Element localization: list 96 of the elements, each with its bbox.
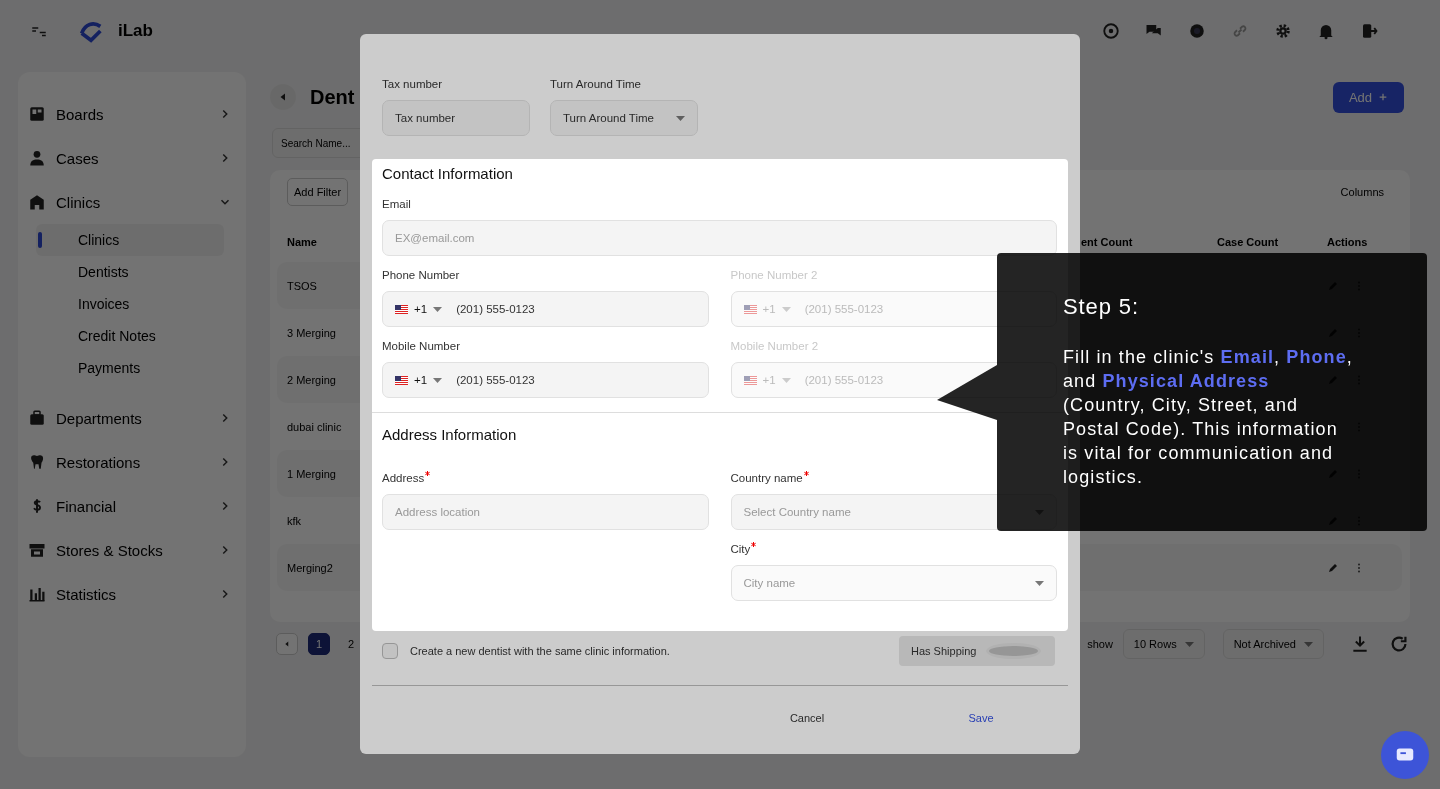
sidebar-item[interactable]: Boards (18, 92, 246, 136)
table-cell: 1 Merging (287, 467, 336, 480)
column-header: Actions (1327, 236, 1368, 248)
tooltip-title: Step 5: (1063, 293, 1141, 321)
column-header: ent Count (1081, 236, 1133, 248)
column-header: Name (287, 236, 317, 248)
country-code: +1 (414, 303, 428, 315)
shipping-toggle[interactable]: Has Shipping (899, 636, 1055, 666)
field-label: Address (382, 471, 425, 485)
sidebar-subitem[interactable]: Credit Notes (36, 320, 224, 352)
sidebar-subitem[interactable]: Invoices (36, 288, 224, 320)
field-label: Turn Around Time (550, 77, 641, 91)
sidebar-item[interactable]: Cases (18, 136, 246, 180)
checkbox-label: Create a new dentist with the same clinic information. (410, 645, 670, 657)
phone-field[interactable]: +1 (201) 555-0123 (382, 291, 709, 327)
store-icon (28, 541, 46, 559)
country-code: +1 (762, 374, 776, 386)
field-label: Email (382, 197, 411, 211)
caret-icon (676, 115, 685, 121)
phone-value: (201) 555-0123 (456, 303, 535, 315)
save-button[interactable]: Save (906, 706, 1056, 730)
sidebar-item[interactable]: Statistics (18, 572, 246, 616)
plus-icon (1378, 92, 1389, 102)
phone-placeholder: (201) 555-0123 (804, 374, 884, 386)
caret-icon (781, 306, 791, 312)
city-select[interactable]: City name (730, 565, 1057, 601)
link-icon (1231, 22, 1249, 40)
rows-label: show (1087, 638, 1113, 650)
field-label: Tax number (382, 77, 443, 91)
section-title: Contact Information (381, 164, 514, 183)
page-title: Dent (310, 85, 355, 109)
table-cell: 3 Merging (287, 326, 336, 339)
previous-page-button[interactable] (276, 633, 298, 655)
toggle-knob[interactable] (986, 643, 1041, 659)
page-button[interactable]: 1 (308, 633, 330, 655)
table-cell: TSOS (287, 279, 317, 292)
caret-icon (1304, 641, 1313, 647)
phone-value: (201) 555-0123 (456, 374, 535, 386)
logout-icon (1360, 22, 1378, 40)
add-button[interactable]: Add (1333, 81, 1404, 113)
field-label: Mobile Number (382, 339, 461, 353)
cancel-button[interactable]: Cancel (732, 706, 882, 730)
checkbox[interactable] (382, 643, 398, 659)
field-label: Country name (730, 471, 803, 485)
building-icon (28, 193, 46, 211)
country-code: +1 (414, 374, 428, 386)
table-cell: dubai clinic (287, 420, 342, 433)
flag-icon (743, 375, 757, 385)
columns-button[interactable]: Columns (1340, 186, 1384, 198)
settings-icon (1274, 22, 1292, 40)
tooth-icon (28, 453, 46, 471)
person-icon (28, 149, 46, 167)
bell-icon (1317, 22, 1335, 40)
address-field[interactable]: Address location (382, 494, 709, 530)
flag-icon (743, 304, 757, 314)
caret-icon (1184, 641, 1194, 647)
sidebar-item[interactable]: Stores & Stocks (18, 528, 246, 572)
edit-icon (1327, 561, 1339, 574)
country-code: +1 (762, 303, 776, 315)
sidebar-item[interactable]: Clinics (18, 180, 246, 224)
section-title: Address Information (381, 425, 518, 444)
phone-placeholder: (201) 555-0123 (804, 303, 884, 315)
phone-field[interactable]: +1 (201) 555-0123 (382, 362, 709, 398)
bar-chart-icon (28, 585, 46, 603)
logo-text: iLab (118, 21, 153, 41)
sidebar-subitem[interactable]: Payments (36, 352, 224, 384)
sidebar-item[interactable]: Departments (18, 396, 246, 440)
download-icon (1350, 634, 1370, 654)
caret-icon (433, 377, 443, 383)
back-button[interactable] (270, 84, 296, 110)
board-icon (28, 105, 46, 123)
tooltip-text: Fill in the clinic's Email, Phone, and Physical Address (Country, City, Street, and Postal Code). This information is vital for communication and logistics. (1063, 346, 1354, 489)
archive-select[interactable]: Not Archived (1222, 629, 1324, 659)
compass-icon (1102, 22, 1120, 40)
sidebar-subitem[interactable]: Clinics (36, 224, 224, 256)
tax-number-field[interactable]: Tax number (382, 100, 530, 136)
flag-icon (395, 304, 408, 314)
caret-icon (1035, 580, 1044, 586)
sidebar-subitem[interactable]: Dentists (36, 256, 224, 288)
add-filter-button[interactable]: Add Filter (287, 178, 349, 206)
caret-icon (781, 377, 791, 383)
turnaround-select[interactable]: Turn Around Time (550, 100, 698, 136)
field-label: City (730, 542, 751, 556)
column-header: Case Count (1217, 236, 1279, 248)
flag-icon (395, 375, 408, 385)
table-cell: kfk (287, 514, 302, 527)
page-button[interactable]: 2 (340, 633, 362, 655)
email-field[interactable]: EX@email.com (382, 220, 1057, 256)
sidebar-item[interactable]: Financial (18, 484, 246, 528)
sidebar-item[interactable]: Restorations (18, 440, 246, 484)
field-label: Phone Number (382, 268, 461, 282)
rows-select[interactable]: 10 Rows (1122, 629, 1205, 659)
briefcase-icon (28, 409, 46, 427)
table-cell: 2 Merging (287, 373, 336, 386)
table-cell: Merging2 (287, 561, 333, 574)
caret-icon (433, 306, 443, 312)
